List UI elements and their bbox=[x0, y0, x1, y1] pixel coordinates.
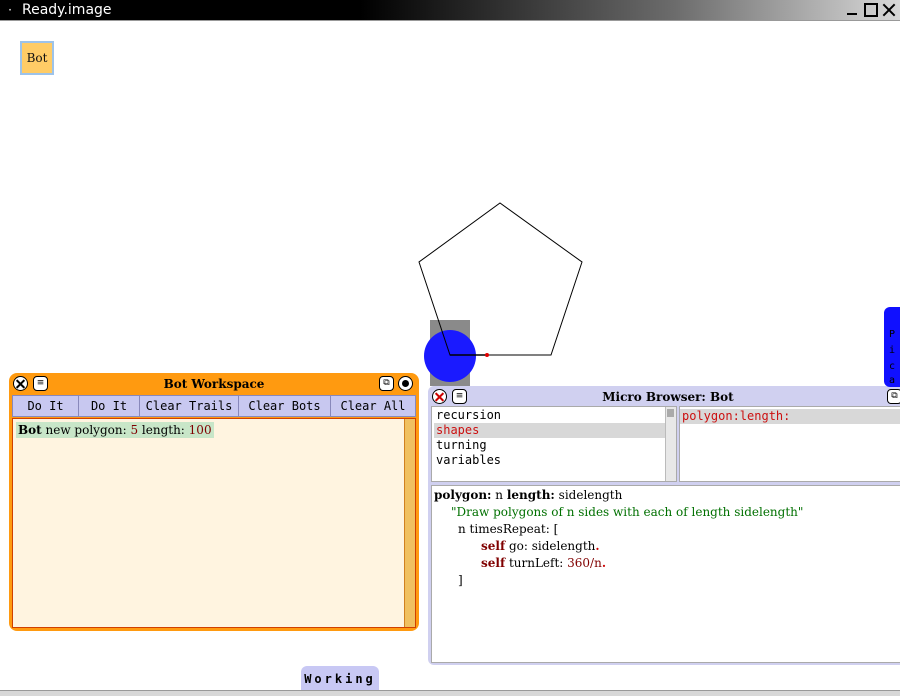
go-expression: go: sidelength bbox=[505, 539, 596, 553]
sig-keyword-2: length: bbox=[506, 488, 555, 502]
close-icon[interactable] bbox=[432, 389, 447, 404]
clear-bots-button[interactable]: Clear Bots bbox=[239, 396, 331, 416]
micro-browser-window[interactable]: Micro Browser: Bot ≡ ⧉ recursion shapes … bbox=[428, 386, 900, 665]
category-item-turning[interactable]: turning bbox=[434, 438, 668, 453]
code-message: new polygon: bbox=[41, 423, 131, 437]
code-line-go: self go: sidelength. bbox=[481, 538, 600, 555]
code-line-times-repeat: n timesRepeat: [ bbox=[458, 522, 559, 536]
window-menu-icon[interactable]: ≡ bbox=[33, 376, 48, 391]
sig-arg-1: n bbox=[491, 488, 507, 502]
bot-heading-dot bbox=[485, 353, 489, 357]
close-icon[interactable] bbox=[13, 376, 28, 391]
sig-keyword-1: polygon: bbox=[434, 488, 492, 502]
do-it-button[interactable]: Do It bbox=[79, 396, 140, 416]
code-sides: 5 bbox=[130, 423, 139, 437]
collapse-icon[interactable]: ⧉ bbox=[379, 376, 394, 391]
category-list[interactable]: recursion shapes turning variables bbox=[431, 406, 677, 482]
code-line-turn-left: self turnLeft: 360/n. bbox=[481, 555, 606, 572]
code-line-close-bracket: ] bbox=[458, 573, 463, 587]
bot-workspace-window[interactable]: Bot Workspace ≡ ⧉ Do It All Do It Clear … bbox=[9, 373, 419, 631]
clear-all-button[interactable]: Clear All bbox=[331, 396, 415, 416]
message-item-polygon-length[interactable]: polygon:length: bbox=[680, 409, 900, 424]
code-line-comment: "Draw polygons of n sides with each of l… bbox=[451, 505, 804, 519]
workspace-scrollbar[interactable] bbox=[404, 419, 415, 627]
category-scrollbar[interactable] bbox=[665, 407, 676, 481]
flap-letter: i bbox=[888, 345, 896, 356]
category-item-shapes[interactable]: shapes bbox=[434, 423, 668, 438]
bottom-strip bbox=[0, 690, 900, 696]
right-flap-tab[interactable]: P i c a bbox=[884, 307, 900, 387]
workspace-button-bar: Do It All Do It Clear Trails Clear Bots … bbox=[12, 395, 416, 433]
collapse-icon[interactable]: ⧉ bbox=[887, 389, 900, 404]
statement-period: . bbox=[601, 556, 607, 570]
flap-letter: P bbox=[888, 329, 896, 340]
method-code-pane[interactable]: polygon: n length: sidelength "Draw poly… bbox=[431, 485, 900, 663]
self-keyword: self bbox=[481, 556, 506, 570]
clear-trails-button[interactable]: Clear Trails bbox=[140, 396, 239, 416]
browser-title: Micro Browser: Bot bbox=[602, 390, 734, 404]
turn-left-expression: turnLeft: bbox=[505, 556, 568, 570]
turn-angle: 360/n bbox=[567, 556, 602, 570]
code-length: 100 bbox=[188, 423, 212, 437]
workspace-text-area[interactable]: Bot new polygon: 5 length: 100 bbox=[12, 418, 416, 628]
sig-arg-2: sidelength bbox=[554, 488, 623, 502]
code-line-signature: polygon: n length: sidelength bbox=[434, 487, 622, 504]
window-menu-icon[interactable]: ≡ bbox=[452, 389, 467, 404]
statement-period: . bbox=[595, 539, 600, 553]
do-it-all-button[interactable]: Do It All bbox=[13, 396, 79, 433]
pentagon-trail bbox=[418, 202, 583, 356]
category-item-recursion[interactable]: recursion bbox=[434, 408, 668, 423]
category-item-variables[interactable]: variables bbox=[434, 453, 668, 468]
code-length-keyword: length: bbox=[138, 423, 189, 437]
expand-icon[interactable] bbox=[398, 376, 413, 391]
flap-letter: a bbox=[888, 375, 896, 386]
self-keyword: self bbox=[481, 539, 506, 553]
workspace-code: Bot new polygon: 5 length: 100 bbox=[16, 422, 214, 438]
code-receiver: Bot bbox=[18, 423, 42, 437]
message-list[interactable]: polygon:length: bbox=[679, 406, 900, 482]
workspace-title: Bot Workspace bbox=[163, 377, 265, 391]
